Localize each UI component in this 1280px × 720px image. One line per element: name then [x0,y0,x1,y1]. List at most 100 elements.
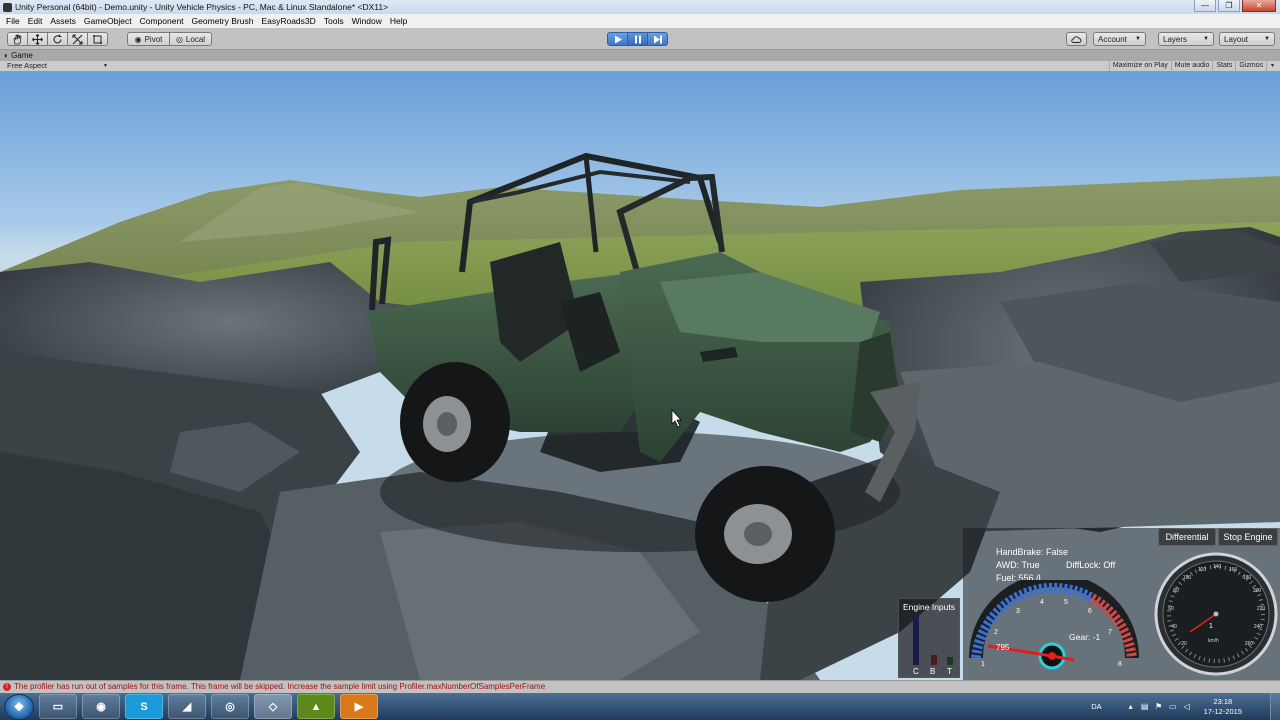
speed-tick: 100 [1183,575,1192,581]
taskbar-explorer-button[interactable]: ▭ [39,694,77,719]
rotate-tool-button[interactable] [47,32,68,46]
system-clock[interactable]: 23:18 17-12-2015 [1204,697,1242,717]
brake-bar [931,655,937,665]
step-button[interactable] [647,32,668,46]
speed-tick: 260 [1245,641,1254,647]
speed-tick: 20 [1181,641,1187,647]
game-tab[interactable]: ◐ Game [0,50,1280,61]
play-button[interactable] [607,32,628,46]
language-indicator[interactable]: DA [1091,702,1101,711]
system-tray: DA ▴ ▤ ⚑ ▭ ◁ 23:18 17-12-2015 [1091,693,1280,720]
game-view-options: Maximize on Play Mute audio Stats Gizmos… [1108,61,1278,71]
tray-expand-icon[interactable]: ▴ [1126,702,1136,712]
taskbar-chrome-button[interactable]: ◉ [82,694,120,719]
differential-button[interactable]: Differential [1158,528,1216,546]
menu-gameobject[interactable]: GameObject [80,16,136,26]
dropdown-arrow-icon: ▼ [103,63,108,69]
clutch-bar [913,615,919,665]
game-view-toolbar: Free Aspect ▼ Maximize on Play Mute audi… [0,61,1280,72]
taskbar-steam-button[interactable]: ◎ [211,694,249,719]
start-button[interactable]: ❖ [4,693,34,720]
menu-component[interactable]: Component [136,16,188,26]
account-dropdown[interactable]: Account ▼ [1093,32,1146,46]
tach-tick: 1 [981,661,985,668]
layers-dropdown[interactable]: Layers ▼ [1158,32,1214,46]
layers-label: Layers [1163,34,1188,44]
status-message: The profiler has run out of samples for … [14,682,546,691]
tach-tick: 8 [1118,661,1122,668]
menu-file[interactable]: File [2,16,24,26]
hand-tool-button[interactable] [7,32,28,46]
game-tab-label: Game [11,51,33,60]
cloud-icon [1071,35,1082,43]
pause-button[interactable] [627,32,648,46]
engine-inputs-panel: Engine Inputs C B T [898,598,960,678]
menu-window[interactable]: Window [348,16,386,26]
windows-logo-icon: ❖ [13,699,25,714]
network-icon[interactable]: ▤ [1140,702,1150,712]
menu-assets[interactable]: Assets [46,16,80,26]
monitor-icon[interactable]: ▭ [1168,702,1178,712]
speed-tick: 40 [1171,624,1177,630]
step-icon [653,35,662,43]
rear-wheel [400,362,510,482]
menu-easyroads3d[interactable]: EasyRoads3D [257,16,319,26]
unity-icon: ◇ [268,701,278,713]
taskbar-app-button[interactable]: ◢ [168,694,206,719]
maximize-on-play-toggle[interactable]: Maximize on Play [1108,61,1171,71]
pivot-button[interactable]: ◉ Pivot [127,32,170,46]
dropdown-arrow-icon: ▼ [1266,61,1278,71]
taskbar-skype-button[interactable]: S [125,694,163,719]
maximize-button[interactable]: ❐ [1218,0,1240,12]
unity-app-icon [3,2,12,12]
show-desktop-button[interactable] [1270,693,1280,720]
move-arrows-icon [32,33,43,45]
speed-tick: 120 [1198,567,1207,573]
gizmos-dropdown[interactable]: Gizmos [1235,61,1266,71]
aspect-label: Free Aspect [7,61,48,70]
speed-tick: 60 [1168,606,1174,612]
taskbar-media-button[interactable]: ▶ [340,694,378,719]
menu-geometry-brush[interactable]: Geometry Brush [188,16,258,26]
layout-label: Layout [1224,34,1249,44]
pivot-toggles: ◉ Pivot ◎ Local [127,32,212,46]
layout-dropdown[interactable]: Layout ▼ [1219,32,1275,46]
game-view-icon: ◐ [4,51,9,60]
hand-icon [13,33,22,44]
speedometer-gauge: 20 40 60 80 100 120 140 160 180 200 220 … [1154,552,1278,676]
aspect-dropdown[interactable]: Free Aspect ▼ [3,61,110,71]
move-tool-button[interactable] [27,32,48,46]
menu-tools[interactable]: Tools [320,16,348,26]
tach-tick: 2 [994,629,998,636]
chrome-icon: ◉ [96,701,106,713]
menu-help[interactable]: Help [386,16,411,26]
mute-audio-toggle[interactable]: Mute audio [1170,61,1213,71]
speed-readout: 1 [1209,623,1213,630]
volume-icon[interactable]: ◁ [1182,702,1192,712]
taskbar-nvidia-button[interactable]: ▲ [297,694,335,719]
local-button[interactable]: ◎ Local [169,32,212,46]
play-icon [614,35,622,43]
game-viewport[interactable]: Differential Stop Engine HandBrake: Fals… [0,72,1280,680]
collab-cloud-button[interactable] [1066,32,1087,46]
menu-edit[interactable]: Edit [24,16,47,26]
minimize-button[interactable]: — [1194,0,1216,12]
dropdown-arrow-icon: ▼ [1264,36,1270,42]
close-button[interactable]: ✕ [1242,0,1276,12]
stats-toggle[interactable]: Stats [1212,61,1235,71]
scale-tool-button[interactable] [67,32,88,46]
taskbar-unity-button[interactable]: ◇ [254,694,292,719]
speed-tick: 240 [1254,624,1263,630]
steam-icon: ◎ [225,701,235,713]
error-icon: ! [3,683,11,691]
menu-bar: File Edit Assets GameObject Component Ge… [0,14,1280,28]
engine-inputs-label: Engine Inputs [903,602,955,612]
pivot-label: Pivot [144,34,163,44]
stop-engine-button[interactable]: Stop Engine [1218,528,1278,546]
flag-icon[interactable]: ⚑ [1154,702,1164,712]
speed-tick: 140 [1213,564,1222,570]
rect-tool-button[interactable] [87,32,108,46]
console-status-bar[interactable]: ! The profiler has run out of samples fo… [0,680,1280,693]
throttle-label: T [947,667,952,676]
brake-label: B [930,667,936,676]
